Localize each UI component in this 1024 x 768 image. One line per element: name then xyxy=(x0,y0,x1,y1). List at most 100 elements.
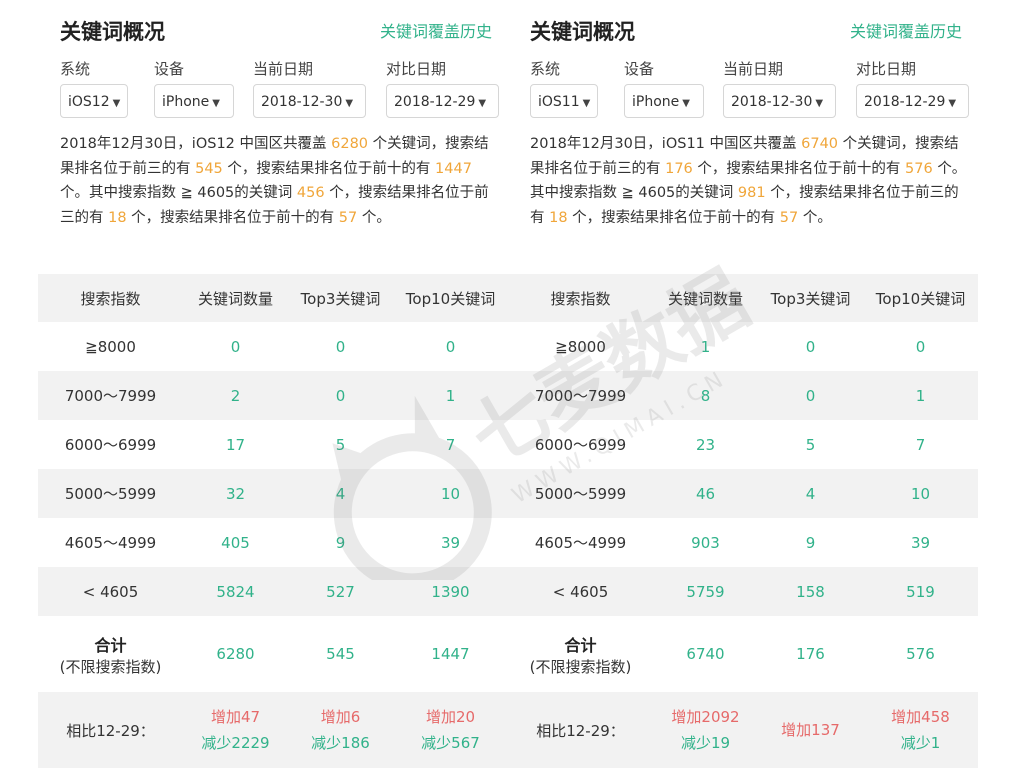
column-header: Top3关键词 xyxy=(300,289,381,308)
increase-value: 增加2092 xyxy=(671,708,740,726)
keyword-count-cell: 1 xyxy=(700,337,711,356)
select-value: 2018-12-30 xyxy=(731,94,813,110)
summary-part: 个。 xyxy=(361,209,391,226)
column-header: 搜索指数 xyxy=(550,289,611,308)
table-row: 4605～4999 405 9 39 xyxy=(38,518,508,567)
filter-label: 设备 xyxy=(154,60,185,78)
dropdown-caret-icon: ▼ xyxy=(815,98,824,109)
keyword-overview-panel-1: 关键词概况 关键词覆盖历史 系统 iOS12 ▼ 设备 iPhone ▼ 当前日期 2018-12… xyxy=(38,0,508,768)
keyword-count-cell: 5759 xyxy=(686,582,725,601)
increase-value: 增加20 xyxy=(425,708,476,726)
comparison-top3-cell: 增加137 xyxy=(758,692,863,768)
summary-value: 981 xyxy=(737,185,766,201)
table-row: ≧8000 0 0 0 xyxy=(38,322,508,371)
table-header-row: 搜索指数 关键词数量 Top3关键词 Top10关键词 xyxy=(508,274,978,322)
top3-cell: 4 xyxy=(335,484,346,503)
index-range-cell: 5000～5999 xyxy=(534,485,627,503)
dropdown-caret-icon: ▼ xyxy=(112,98,121,109)
keyword-overview-panel-2: 关键词概况 关键词覆盖历史 系统 iOS11 ▼ 设备 iPhone ▼ 当前日期 2018-12… xyxy=(508,0,978,768)
top10-cell: 10 xyxy=(440,484,461,503)
top3-cell: 5 xyxy=(335,435,346,454)
increase-value: 增加458 xyxy=(891,708,950,726)
filter-label: 对比日期 xyxy=(856,60,917,78)
top3-cell: 5 xyxy=(805,435,816,454)
table-row: 5000～5999 32 4 10 xyxy=(38,469,508,518)
index-range-cell: 6000～6999 xyxy=(64,436,157,454)
top3-cell: 0 xyxy=(335,337,346,356)
column-header: Top10关键词 xyxy=(875,289,966,308)
keyword-history-link[interactable]: 关键词覆盖历史 xyxy=(380,18,492,42)
top10-cell: 39 xyxy=(440,533,461,552)
comparison-label: 相比12-29： xyxy=(536,721,625,740)
system-select[interactable]: iOS11 ▼ xyxy=(530,84,598,118)
compare-date-select[interactable]: 2018-12-29 ▼ xyxy=(386,84,499,118)
decrease-value: 减少567 xyxy=(421,734,480,752)
panel-header: 关键词概况 关键词覆盖历史 xyxy=(530,14,962,46)
summary-value: 18 xyxy=(549,209,568,226)
index-range-cell: 6000～6999 xyxy=(534,436,627,454)
system-select[interactable]: iOS12 ▼ xyxy=(60,84,128,118)
index-range-cell: < 4605 xyxy=(82,582,139,601)
dropdown-caret-icon: ▼ xyxy=(682,98,690,109)
top10-cell: 7 xyxy=(445,435,456,454)
total-row: 合计 (不限搜索指数) 6280 545 1447 xyxy=(38,616,508,692)
index-range-cell: 7000～7999 xyxy=(534,387,627,405)
summary-value: 57 xyxy=(779,209,799,226)
device-select[interactable]: iPhone ▼ xyxy=(624,84,704,118)
keyword-count-cell: 0 xyxy=(230,337,241,356)
select-value: 2018-12-29 xyxy=(864,94,946,110)
index-range-cell: < 4605 xyxy=(552,582,609,601)
top3-cell: 0 xyxy=(805,337,816,356)
total-count-cell: 6280 xyxy=(216,645,255,663)
current-date-select[interactable]: 2018-12-30 ▼ xyxy=(253,84,366,118)
top3-cell: 4 xyxy=(805,484,816,503)
decrease-value: 减少186 xyxy=(311,734,370,752)
filter-current-date: 当前日期 2018-12-30 ▼ xyxy=(723,58,836,118)
keyword-count-cell: 32 xyxy=(225,484,246,503)
dropdown-caret-icon: ▼ xyxy=(582,98,591,109)
table-row: ≧8000 1 0 0 xyxy=(508,322,978,371)
keyword-count-cell: 46 xyxy=(695,484,716,503)
total-sublabel: (不限搜索指数) xyxy=(529,657,632,676)
table-row: 5000～5999 46 4 10 xyxy=(508,469,978,518)
current-date-select[interactable]: 2018-12-30 ▼ xyxy=(723,84,836,118)
top10-cell: 1390 xyxy=(431,582,470,601)
top3-cell: 9 xyxy=(805,533,816,552)
comparison-count-cell: 增加2092 减少19 xyxy=(653,692,758,768)
keyword-count-cell: 17 xyxy=(225,435,246,454)
table-row: < 4605 5759 158 519 xyxy=(508,567,978,616)
filter-label: 当前日期 xyxy=(723,60,784,78)
summary-value: 6280 xyxy=(331,136,369,152)
table-row: < 4605 5824 527 1390 xyxy=(38,567,508,616)
summary-value: 6740 xyxy=(801,136,839,152)
dropdown-caret-icon: ▼ xyxy=(345,98,354,109)
keyword-history-link[interactable]: 关键词覆盖历史 xyxy=(850,18,962,42)
keyword-count-cell: 5824 xyxy=(216,582,255,601)
index-range-cell: 5000～5999 xyxy=(64,485,157,503)
summary-value: 18 xyxy=(108,209,127,226)
comparison-label: 相比12-29： xyxy=(66,721,155,740)
decrease-value: 减少19 xyxy=(680,734,731,752)
compare-date-select[interactable]: 2018-12-29 ▼ xyxy=(856,84,969,118)
select-value: iPhone xyxy=(162,94,210,110)
column-header: 关键词数量 xyxy=(197,289,273,308)
increase-value: 增加6 xyxy=(320,708,361,726)
summary-value: 176 xyxy=(665,160,693,177)
device-select[interactable]: iPhone ▼ xyxy=(154,84,234,118)
table-row: 7000～7999 8 0 1 xyxy=(508,371,978,420)
filter-device: 设备 iPhone ▼ xyxy=(154,58,234,118)
table-header-row: 搜索指数 关键词数量 Top3关键词 Top10关键词 xyxy=(38,274,508,322)
decrease-value: 减少2229 xyxy=(201,734,270,752)
filter-label: 系统 xyxy=(60,60,91,78)
table-row: 7000～7999 2 0 1 xyxy=(38,371,508,420)
summary-part: 个，搜索结果排名位于前十的有 xyxy=(227,160,431,177)
panel-header: 关键词概况 关键词覆盖历史 xyxy=(60,14,492,46)
table-row: 4605～4999 903 9 39 xyxy=(508,518,978,567)
column-header: Top3关键词 xyxy=(770,289,851,308)
filter-device: 设备 iPhone ▼ xyxy=(624,58,704,118)
top3-cell: 9 xyxy=(335,533,346,552)
filter-label: 对比日期 xyxy=(386,60,447,78)
total-label: 合计 xyxy=(564,635,597,655)
top3-cell: 158 xyxy=(796,582,825,601)
keyword-count-cell: 8 xyxy=(700,386,711,405)
